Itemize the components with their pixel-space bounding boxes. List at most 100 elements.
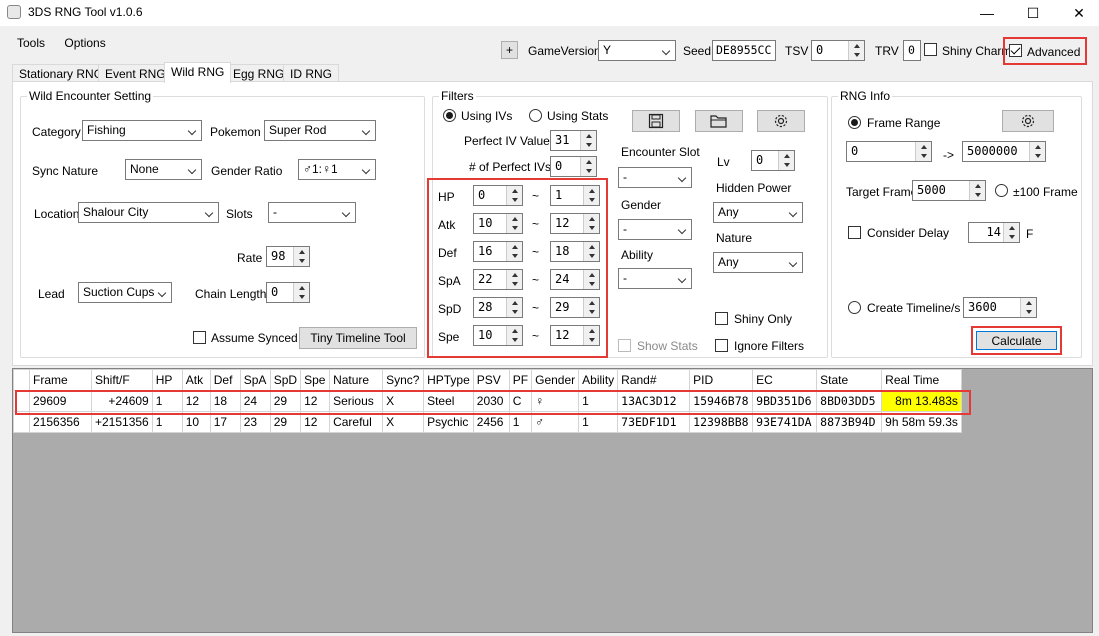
lv-stepper[interactable]: 0 [751, 150, 795, 171]
table-cell[interactable]: 2156356 [29, 411, 92, 433]
table-cell[interactable]: 23 [239, 411, 271, 433]
spin-arrows-icon[interactable] [293, 283, 309, 302]
spin-arrows-icon[interactable] [506, 242, 522, 261]
slots-select[interactable]: - [268, 202, 356, 223]
column-header[interactable]: Atk [181, 369, 211, 391]
nature-select[interactable]: Any [713, 252, 803, 273]
iv-max-spe[interactable]: 12 [550, 325, 600, 346]
calculate-button[interactable]: Calculate [976, 331, 1057, 350]
spin-arrows-icon[interactable] [506, 326, 522, 345]
iv-max-hp[interactable]: 1 [550, 185, 600, 206]
ability-select[interactable]: - [618, 268, 692, 289]
table-cell[interactable]: 1 [508, 411, 533, 433]
spin-arrows-icon[interactable] [506, 186, 522, 205]
using-ivs-radio[interactable] [443, 109, 456, 122]
delay-stepper[interactable]: 14 [968, 222, 1020, 243]
table-cell[interactable]: 8873B94D [816, 411, 883, 433]
column-header[interactable]: Ability [578, 369, 619, 391]
table-cell[interactable]: 12398BB8 [689, 411, 754, 433]
table-cell[interactable]: 93E741DA [752, 411, 818, 433]
column-header[interactable]: PID [689, 369, 754, 391]
menu-options[interactable]: Options [56, 34, 113, 52]
table-cell[interactable]: 1 [578, 390, 619, 412]
table-cell[interactable]: 1 [151, 411, 183, 433]
table-row[interactable]: 29609 +24609 1 12 18 24 29 12 Serious X Steel 2030 C… [13, 390, 962, 412]
open-button[interactable] [695, 110, 743, 132]
location-select[interactable]: Shalour City [78, 202, 219, 223]
table-cell[interactable]: 17 [209, 411, 241, 433]
iv-min-def[interactable]: 16 [473, 241, 523, 262]
table-cell[interactable]: 12 [300, 390, 331, 412]
spin-arrows-icon[interactable] [969, 181, 985, 200]
column-header[interactable]: Nature [329, 369, 384, 391]
iv-max-spd[interactable]: 29 [550, 297, 600, 318]
spin-arrows-icon[interactable] [580, 157, 596, 176]
table-row[interactable]: 2156356 +2151356 1 10 17 23 29 12 Careful X Psychi… [13, 411, 962, 433]
create-timeline-radio[interactable] [848, 301, 861, 314]
game-version-select[interactable]: Y [598, 40, 676, 61]
table-cell[interactable]: 12 [300, 411, 331, 433]
row-header[interactable] [13, 411, 30, 433]
iv-min-spa[interactable]: 22 [473, 269, 523, 290]
consider-delay-checkbox[interactable] [848, 226, 861, 239]
iv-max-atk[interactable]: 12 [550, 213, 600, 234]
table-cell[interactable]: Psychic [423, 411, 474, 433]
table-cell[interactable]: 8m 13.483s [881, 390, 962, 412]
tab-wild-rng[interactable]: Wild RNG [164, 62, 232, 83]
frame-range-radio[interactable] [848, 116, 861, 129]
spin-arrows-icon[interactable] [583, 298, 599, 317]
column-header[interactable]: Shift/F [91, 369, 153, 391]
table-cell[interactable]: 18 [209, 390, 241, 412]
gender-select[interactable]: - [618, 219, 692, 240]
spin-arrows-icon[interactable] [583, 214, 599, 233]
tab-stationary-rng[interactable]: Stationary RNG [12, 64, 111, 82]
spin-arrows-icon[interactable] [506, 214, 522, 233]
table-cell[interactable]: 12 [181, 390, 211, 412]
tab-id-rng[interactable]: ID RNG [283, 64, 339, 82]
maximize-icon[interactable]: ☐ [1010, 0, 1056, 26]
table-cell[interactable]: 13AC3D12 [617, 390, 691, 412]
show-stats-checkbox[interactable] [618, 339, 631, 352]
spin-arrows-icon[interactable] [580, 131, 596, 150]
table-cell[interactable]: 29609 [29, 390, 92, 412]
lead-select[interactable]: Suction Cups [78, 282, 172, 303]
column-header[interactable]: Def [209, 369, 241, 391]
category-select[interactable]: Fishing [82, 120, 202, 141]
table-cell[interactable]: X [382, 390, 425, 412]
table-cell[interactable]: +24609 [91, 390, 153, 412]
table-cell[interactable]: +2151356 [91, 411, 153, 433]
perfect-iv-stepper[interactable]: 31 [550, 130, 597, 151]
table-cell[interactable]: 73EDF1D1 [617, 411, 691, 433]
spin-arrows-icon[interactable] [583, 270, 599, 289]
table-cell[interactable]: Steel [423, 390, 474, 412]
timeline-stepper[interactable]: 3600 [963, 297, 1037, 318]
tsv-stepper[interactable]: 0 [811, 40, 865, 61]
minimize-icon[interactable]: — [964, 0, 1010, 26]
column-header[interactable]: Gender [531, 369, 580, 391]
close-icon[interactable]: ✕ [1056, 0, 1099, 26]
table-cell[interactable]: 15946B78 [689, 390, 754, 412]
chain-length-stepper[interactable]: 0 [266, 282, 310, 303]
row-header[interactable] [13, 390, 30, 412]
num-perfect-ivs-stepper[interactable]: 0 [550, 156, 597, 177]
using-stats-radio[interactable] [529, 109, 542, 122]
menu-tools[interactable]: Tools [9, 34, 53, 52]
spin-arrows-icon[interactable] [506, 298, 522, 317]
spin-arrows-icon[interactable] [1003, 223, 1019, 242]
spin-arrows-icon[interactable] [506, 270, 522, 289]
iv-min-hp[interactable]: 0 [473, 185, 523, 206]
column-header[interactable]: Spe [300, 369, 331, 391]
spin-arrows-icon[interactable] [915, 142, 931, 161]
ignore-filters-checkbox[interactable] [715, 339, 728, 352]
column-header[interactable]: SpD [269, 369, 302, 391]
column-header[interactable]: State [816, 369, 883, 391]
column-header[interactable]: SpA [239, 369, 271, 391]
shiny-only-checkbox[interactable] [715, 312, 728, 325]
spin-arrows-icon[interactable] [583, 186, 599, 205]
table-cell[interactable]: 24 [239, 390, 271, 412]
iv-max-def[interactable]: 18 [550, 241, 600, 262]
iv-max-spa[interactable]: 24 [550, 269, 600, 290]
tiny-timeline-button[interactable]: Tiny Timeline Tool [299, 327, 417, 349]
column-header[interactable]: Real Time [881, 369, 962, 391]
table-cell[interactable]: 29 [269, 390, 302, 412]
